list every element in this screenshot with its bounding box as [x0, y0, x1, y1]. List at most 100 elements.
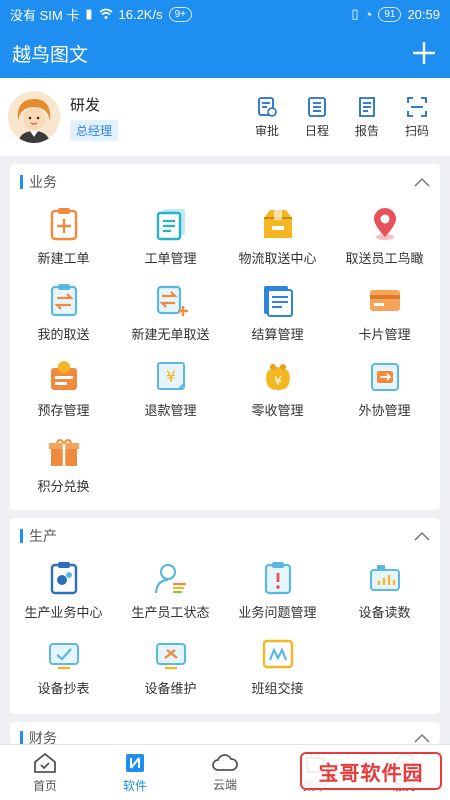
avatar[interactable] — [8, 91, 60, 143]
quick-action-schedule[interactable]: 日程 — [292, 96, 342, 139]
grid-item-maintenance[interactable]: 设备维护 — [117, 630, 224, 706]
grid-item-label: 工单管理 — [144, 251, 197, 266]
grid-item-label: 积分兑换 — [37, 479, 90, 494]
clock: 20:59 — [407, 6, 440, 22]
grid-item-label: 设备维护 — [144, 681, 197, 696]
card-icon — [369, 290, 400, 311]
section-accent-bar — [20, 529, 23, 543]
grid-item-new-delivery[interactable]: 新建无单取送 — [117, 276, 224, 352]
gift-icon — [48, 439, 79, 466]
home-icon — [34, 752, 56, 773]
grid-item-label: 结算管理 — [251, 327, 304, 342]
chevron-up-icon[interactable] — [414, 177, 430, 187]
quick-action-report[interactable]: 报告 — [342, 96, 392, 139]
grid-item-device-reading[interactable]: 设备读数 — [331, 554, 438, 630]
grid-item-label: 新建无单取送 — [131, 327, 210, 342]
grid-item-settlement[interactable]: 结算管理 — [224, 276, 331, 352]
nav-software[interactable]: 软件 — [90, 745, 180, 800]
status-bar: 没有 SIM 卡 ▮ 16.2K/s 9+ ▯ ◔ 91 20:59 — [0, 0, 450, 28]
report-icon — [359, 96, 375, 117]
grid-item-logistics[interactable]: 物流取送中心 — [224, 200, 331, 276]
quick-action-scan[interactable]: 扫码 — [392, 96, 442, 139]
vibrate-icon: ▯ — [351, 6, 359, 21]
grid-item-purse[interactable]: ¥ 零收管理 — [224, 352, 331, 428]
cloud-icon — [212, 753, 238, 771]
section-header[interactable]: 财务 — [10, 722, 440, 744]
section-accent-bar — [20, 175, 23, 189]
my-delivery-icon — [50, 284, 77, 317]
grid-item-label: 新建工单 — [37, 251, 90, 266]
grid-item-refund[interactable]: ¥ 退款管理 — [117, 352, 224, 428]
grid-item-new-order[interactable]: 新建工单 — [10, 200, 117, 276]
quick-action-label: 扫码 — [404, 123, 429, 138]
grid-item-prepaid[interactable]: 预存管理 — [10, 352, 117, 428]
add-button[interactable] — [410, 39, 438, 67]
quick-action-label: 审批 — [254, 123, 279, 138]
section-title: 业务 — [29, 174, 57, 190]
handover-icon — [262, 639, 293, 669]
grid-item-staff-status[interactable]: 生产员工状态 — [117, 554, 224, 630]
notification-badge: 9+ — [168, 6, 192, 22]
wifi-icon — [98, 8, 113, 19]
nav-cloud[interactable]: 云端 — [180, 745, 270, 800]
grid-item-issue[interactable]: 业务问题管理 — [224, 554, 331, 630]
nav-label: 首页 — [32, 778, 57, 793]
section-header[interactable]: 业务 — [10, 164, 440, 200]
nav-home[interactable]: 首页 — [0, 745, 90, 800]
grid-item-label: 外协管理 — [358, 403, 411, 418]
grid-item-label: 卡片管理 — [358, 327, 411, 342]
grid-item-gift[interactable]: 积分兑换 — [10, 428, 117, 504]
device-reading-icon — [369, 565, 400, 591]
svg-text:¥: ¥ — [165, 367, 175, 386]
approve-icon — [258, 96, 277, 117]
grid-item-my-delivery[interactable]: 我的取送 — [10, 276, 117, 352]
grid-item-card[interactable]: 卡片管理 — [331, 276, 438, 352]
sim-icon: ▮ — [85, 6, 93, 21]
chevron-up-icon[interactable] — [414, 531, 430, 541]
order-manage-icon — [156, 209, 185, 241]
section-title: 生产 — [29, 528, 57, 544]
grid-item-outsource[interactable]: 外协管理 — [331, 352, 438, 428]
chevron-up-icon[interactable] — [414, 733, 430, 743]
section-production: 生产 生产业务中心 生产员工状态 业务问题管理 设备读数 设备抄表 设备维护 班… — [10, 518, 440, 714]
grid-item-label: 我的取送 — [37, 327, 90, 342]
grid-item-label: 设备读数 — [358, 605, 411, 620]
nav-label: 软件 — [122, 778, 147, 793]
grid-item-handover[interactable]: 班组交接 — [224, 630, 331, 706]
grid-item-location[interactable]: 取送员工鸟瞰 — [331, 200, 438, 276]
production-icon — [50, 562, 77, 595]
location-pin-icon — [373, 208, 396, 240]
section-header[interactable]: 生产 — [10, 518, 440, 554]
grid-item-label: 物流取送中心 — [238, 251, 317, 266]
grid-item-label: 生产员工状态 — [131, 605, 210, 620]
schedule-icon — [308, 96, 326, 117]
grid-item-production-center[interactable]: 生产业务中心 — [10, 554, 117, 630]
settlement-icon — [263, 286, 293, 317]
refund-icon: ¥ — [156, 362, 185, 390]
prepaid-icon — [50, 361, 77, 390]
new-order-icon — [50, 208, 77, 241]
grid-item-label: 生产业务中心 — [24, 605, 103, 620]
quick-action-approve[interactable]: 审批 — [242, 96, 292, 139]
carrier-text: 没有 SIM 卡 — [10, 7, 80, 23]
section-accent-bar — [20, 731, 23, 744]
purse-icon: ¥ — [265, 364, 290, 390]
app-header: 越鸟图文 — [0, 28, 450, 78]
issue-icon — [264, 562, 291, 595]
grid-item-label: 业务问题管理 — [238, 605, 317, 620]
section-finance: 财务 — [10, 722, 440, 744]
staff-status-icon — [154, 563, 186, 594]
outsource-icon — [370, 363, 399, 391]
app-title: 越鸟图文 — [12, 44, 89, 66]
grid-item-label: 班组交接 — [251, 681, 304, 696]
grid-item-label: 取送员工鸟瞰 — [345, 251, 424, 266]
grid-item-meter[interactable]: 设备抄表 — [10, 630, 117, 706]
grid-item-label: 退款管理 — [144, 403, 197, 418]
grid-item-order-manage[interactable]: 工单管理 — [117, 200, 224, 276]
grid-item-label: 预存管理 — [37, 403, 90, 418]
quick-action-label: 报告 — [354, 123, 379, 138]
meter-icon — [48, 643, 79, 670]
watermark-logo: 宝哥软件园 — [300, 752, 442, 790]
plus-icon — [413, 42, 435, 64]
battery-indicator: 91 — [378, 6, 402, 22]
